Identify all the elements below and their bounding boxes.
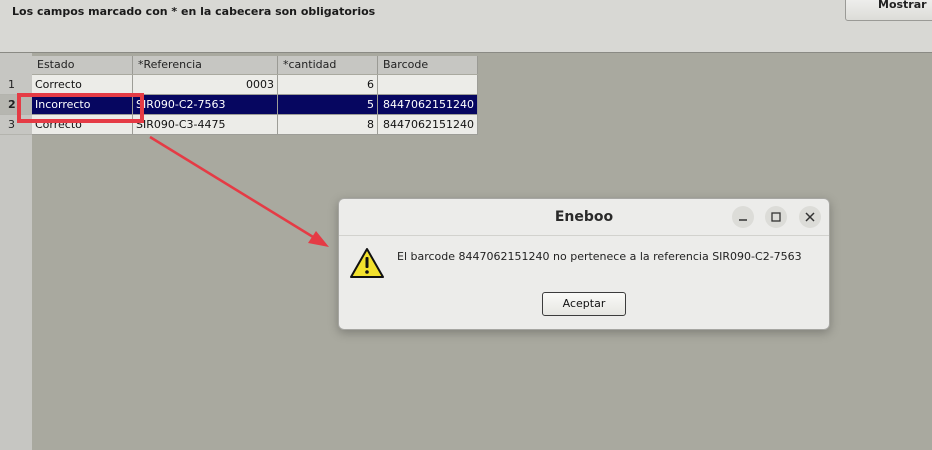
dialog-titlebar[interactable]: Eneboo [339, 199, 829, 236]
close-icon[interactable] [799, 206, 821, 228]
warning-dialog: Eneboo El barcode 8447062151240 no perte… [338, 198, 830, 330]
minimize-icon[interactable] [732, 206, 754, 228]
accept-button[interactable]: Aceptar [542, 292, 626, 316]
dialog-message: El barcode 8447062151240 no pertenece a … [397, 250, 802, 263]
warning-icon [350, 248, 384, 278]
maximize-icon[interactable] [765, 206, 787, 228]
dialog-title: Eneboo [554, 209, 614, 225]
